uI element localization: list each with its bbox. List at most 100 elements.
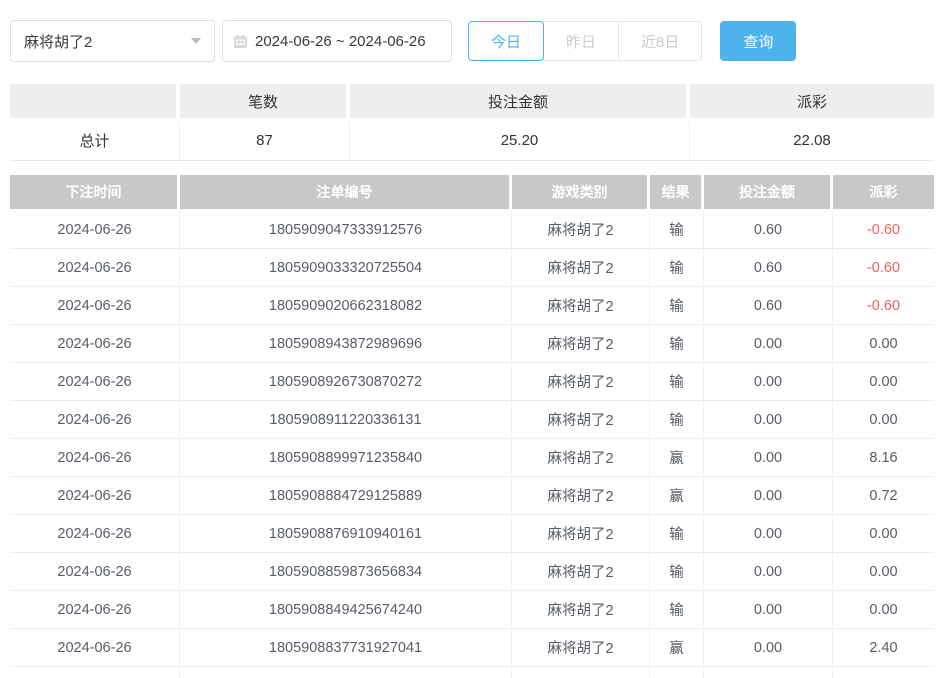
- records-header-bet-id: 注单编号: [180, 175, 512, 211]
- bet-time-cell: 2024-06-26: [10, 363, 180, 401]
- payout-cell: 0.72: [833, 477, 934, 515]
- game-type-cell: 麻将胡了2: [512, 477, 650, 515]
- summary-total-row: 总计 87 25.20 22.08: [10, 121, 934, 161]
- bet-id-cell: 1805908884729125889: [180, 477, 512, 515]
- bet-id-cell: 1805909020662318082: [180, 287, 512, 325]
- bet-time-cell: 2024-06-26: [10, 629, 180, 667]
- records-header-payout: 派彩: [833, 175, 934, 211]
- bet-amount-cell: 0.00: [704, 515, 833, 553]
- game-type-cell: 麻将胡了2: [512, 591, 650, 629]
- table-row: 2024-06-261805909020662318082麻将胡了2输0.60-…: [10, 287, 934, 325]
- bet-amount-cell: 0.00: [704, 401, 833, 439]
- records-table: 下注时间 注单编号 游戏类别 结果 投注金额 派彩 2024-06-261805…: [10, 175, 934, 678]
- query-button[interactable]: 查询: [720, 21, 796, 61]
- date-range-picker[interactable]: 2024-06-26 ~ 2024-06-26: [222, 20, 452, 62]
- yesterday-button[interactable]: 昨日: [543, 21, 619, 61]
- table-row: 2024-06-261805908849425674240麻将胡了2输0.000…: [10, 591, 934, 629]
- result-cell: 输: [650, 211, 704, 249]
- game-select[interactable]: 麻将胡了2: [10, 20, 215, 62]
- game-type-cell: 麻将胡了2: [512, 629, 650, 667]
- bet-id-cell: 1805909033320725504: [180, 249, 512, 287]
- summary-header-count: 笔数: [180, 84, 350, 121]
- bet-time-cell: 2024-06-26: [10, 591, 180, 629]
- bet-id-cell: 1805908943872989696: [180, 325, 512, 363]
- result-cell: 输: [650, 325, 704, 363]
- last-8-days-button[interactable]: 近8日: [618, 21, 702, 61]
- filter-bar: 麻将胡了2 2024-06-26 ~ 2024-06-26: [10, 20, 934, 62]
- game-type-cell: 麻将胡了2: [512, 439, 650, 477]
- game-type-cell: 麻将胡了2: [512, 363, 650, 401]
- bet-id-cell: 1805908899971235840: [180, 439, 512, 477]
- bet-id-cell: 1805908849425674240: [180, 591, 512, 629]
- result-cell: 赢: [650, 477, 704, 515]
- summary-total-count: 87: [180, 121, 350, 161]
- game-type-cell: 麻将胡了2: [512, 249, 650, 287]
- summary-header-payout: 派彩: [690, 84, 934, 121]
- payout-cell: 0.00: [833, 515, 934, 553]
- summary-total-payout: 22.08: [690, 121, 934, 161]
- chevron-down-icon: [191, 38, 201, 44]
- game-type-cell: [512, 667, 650, 678]
- game-type-cell: 麻将胡了2: [512, 211, 650, 249]
- date-range-value: 2024-06-26 ~ 2024-06-26: [255, 33, 426, 50]
- table-row: 2024-06-261805909047333912576麻将胡了2输0.60-…: [10, 211, 934, 249]
- today-button[interactable]: 今日: [468, 21, 544, 61]
- records-header-row: 下注时间 注单编号 游戏类别 结果 投注金额 派彩: [10, 175, 934, 211]
- bet-id-cell: 1805909047333912576: [180, 211, 512, 249]
- table-row: 2024-06-261805908943872989696麻将胡了2输0.000…: [10, 325, 934, 363]
- bet-amount-cell: 0.60: [704, 287, 833, 325]
- table-row: 2024-06-261805908899971235840麻将胡了2赢0.008…: [10, 439, 934, 477]
- bet-amount-cell: 0.00: [704, 629, 833, 667]
- summary-header-bet-amount: 投注金额: [350, 84, 690, 121]
- bet-amount-cell: 0.60: [704, 249, 833, 287]
- result-cell: [650, 667, 704, 678]
- result-cell: 输: [650, 249, 704, 287]
- game-type-cell: 麻将胡了2: [512, 515, 650, 553]
- bet-id-cell: [180, 667, 512, 678]
- table-row: 2024-06-261805908884729125889麻将胡了2赢0.000…: [10, 477, 934, 515]
- summary-table: 笔数 投注金额 派彩 总计 87 25.20 22.08: [10, 84, 934, 161]
- summary-header-empty: [10, 84, 180, 121]
- payout-cell: [833, 667, 934, 678]
- game-select-value: 麻将胡了2: [24, 31, 92, 52]
- game-type-cell: 麻将胡了2: [512, 325, 650, 363]
- game-type-cell: 麻将胡了2: [512, 401, 650, 439]
- game-type-cell: 麻将胡了2: [512, 553, 650, 591]
- bet-amount-cell: 0.00: [704, 325, 833, 363]
- bet-id-cell: 1805908926730870272: [180, 363, 512, 401]
- table-row: 2024-06-261805909033320725504麻将胡了2输0.60-…: [10, 249, 934, 287]
- result-cell: 输: [650, 591, 704, 629]
- bet-id-cell: 1805908837731927041: [180, 629, 512, 667]
- bet-time-cell: 2024-06-26: [10, 211, 180, 249]
- records-tbody: 2024-06-261805909047333912576麻将胡了2输0.60-…: [10, 211, 934, 678]
- summary-total-bet-amount: 25.20: [350, 121, 690, 161]
- payout-cell: -0.60: [833, 287, 934, 325]
- calendar-icon: [233, 34, 248, 49]
- records-header-bet-time: 下注时间: [10, 175, 180, 211]
- bet-amount-cell: 0.00: [704, 553, 833, 591]
- bet-amount-cell: [704, 667, 833, 678]
- payout-cell: 0.00: [833, 325, 934, 363]
- result-cell: 输: [650, 287, 704, 325]
- bet-time-cell: 2024-06-26: [10, 439, 180, 477]
- summary-header-row: 笔数 投注金额 派彩: [10, 84, 934, 121]
- records-header-bet-amount: 投注金额: [704, 175, 833, 211]
- bet-time-cell: 2024-06-26: [10, 401, 180, 439]
- bet-id-cell: 1805908859873656834: [180, 553, 512, 591]
- bet-amount-cell: 0.00: [704, 591, 833, 629]
- result-cell: 赢: [650, 439, 704, 477]
- bet-id-cell: 1805908911220336131: [180, 401, 512, 439]
- table-row: 2024-06-261805908876910940161麻将胡了2输0.000…: [10, 515, 934, 553]
- summary-total-label: 总计: [10, 121, 180, 161]
- bet-time-cell: 2024-06-26: [10, 477, 180, 515]
- table-row: [10, 667, 934, 678]
- bet-amount-cell: 0.00: [704, 363, 833, 401]
- result-cell: 赢: [650, 629, 704, 667]
- records-header-game-type: 游戏类别: [512, 175, 650, 211]
- payout-cell: -0.60: [833, 249, 934, 287]
- bet-amount-cell: 0.00: [704, 439, 833, 477]
- bet-amount-cell: 0.00: [704, 477, 833, 515]
- payout-cell: -0.60: [833, 211, 934, 249]
- payout-cell: 8.16: [833, 439, 934, 477]
- table-row: 2024-06-261805908911220336131麻将胡了2输0.000…: [10, 401, 934, 439]
